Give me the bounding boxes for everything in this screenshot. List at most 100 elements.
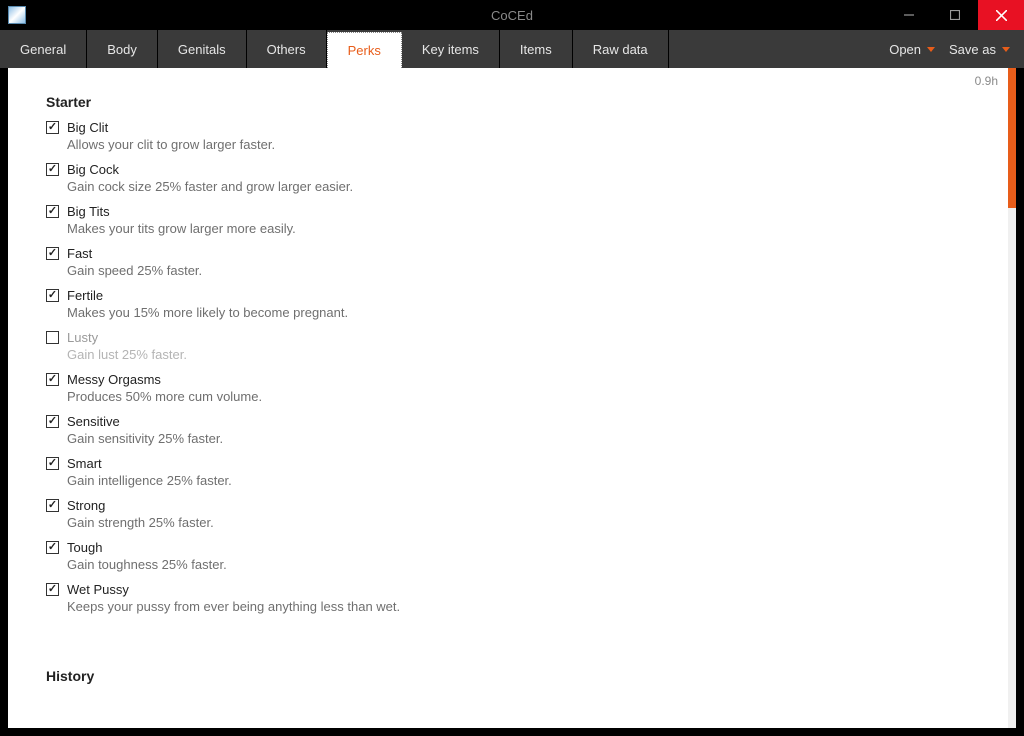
minimize-button[interactable] [886, 0, 932, 30]
perk-label: Lusty [67, 330, 98, 345]
perk-label: Messy Orgasms [67, 372, 161, 387]
tab-label: Key items [422, 42, 479, 57]
tab-label: General [20, 42, 66, 57]
perk-label: Big Tits [67, 204, 110, 219]
perk-label: Smart [67, 456, 102, 471]
perk-label: Fertile [67, 288, 103, 303]
perk-head: Tough [46, 540, 978, 555]
section-title: Starter [46, 94, 978, 110]
perk-list: Big Clit Allows your clit to grow larger … [46, 118, 978, 620]
perk-description: Gain strength 25% faster. [67, 515, 978, 530]
open-menu[interactable]: Open [889, 42, 935, 57]
perk-checkbox[interactable] [46, 583, 59, 596]
open-label: Open [889, 42, 921, 57]
save-as-menu[interactable]: Save as [949, 42, 1010, 57]
perk-item: Fertile Makes you 15% more likely to beco… [46, 286, 978, 326]
time-indicator: 0.9h [975, 74, 998, 88]
tab-label: Genitals [178, 42, 226, 57]
perk-checkbox[interactable] [46, 247, 59, 260]
tab-perks[interactable]: Perks [327, 32, 402, 68]
app-icon [8, 6, 26, 24]
perk-checkbox[interactable] [46, 205, 59, 218]
content-area: 0.9h Starter Big Clit Allows your clit to … [8, 68, 1016, 728]
perk-label: Big Cock [67, 162, 119, 177]
perk-item: Big Cock Gain cock size 25% faster and gr… [46, 160, 978, 200]
app-title: CoCEd [0, 8, 1024, 23]
tabbar-actions: Open Save as [889, 30, 1024, 68]
perk-label: Sensitive [67, 414, 120, 429]
perk-item: Fast Gain speed 25% faster. [46, 244, 978, 284]
tab-label: Perks [348, 43, 381, 58]
tab-label: Body [107, 42, 137, 57]
perk-description: Gain lust 25% faster. [67, 347, 978, 362]
perk-description: Keeps your pussy from ever being anythin… [67, 599, 978, 614]
tab-body[interactable]: Body [87, 30, 158, 68]
perk-item: Strong Gain strength 25% faster. [46, 496, 978, 536]
perk-head: Big Clit [46, 120, 978, 135]
perk-item: Messy Orgasms Produces 50% more cum volum… [46, 370, 978, 410]
perk-description: Makes you 15% more likely to become preg… [67, 305, 978, 320]
perk-head: Sensitive [46, 414, 978, 429]
perk-description: Gain speed 25% faster. [67, 263, 978, 278]
perk-checkbox[interactable] [46, 499, 59, 512]
save-as-label: Save as [949, 42, 996, 57]
perk-checkbox[interactable] [46, 373, 59, 386]
perk-item: Smart Gain intelligence 25% faster. [46, 454, 978, 494]
scrollbar-thumb[interactable] [1008, 68, 1016, 208]
perk-checkbox[interactable] [46, 331, 59, 344]
chevron-down-icon [1002, 47, 1010, 52]
perk-label: Wet Pussy [67, 582, 129, 597]
tabbar: General Body Genitals Others Perks Key items I… [0, 30, 1024, 68]
perk-head: Big Tits [46, 204, 978, 219]
maximize-icon [950, 10, 960, 20]
perk-head: Fertile [46, 288, 978, 303]
perk-head: Strong [46, 498, 978, 513]
perk-description: Gain sensitivity 25% faster. [67, 431, 978, 446]
perk-head: Messy Orgasms [46, 372, 978, 387]
perk-head: Wet Pussy [46, 582, 978, 597]
perk-checkbox[interactable] [46, 541, 59, 554]
tab-general[interactable]: General [0, 30, 87, 68]
perk-description: Gain toughness 25% faster. [67, 557, 978, 572]
tab-key-items[interactable]: Key items [402, 30, 500, 68]
perk-label: Fast [67, 246, 92, 261]
tab-raw-data[interactable]: Raw data [573, 30, 669, 68]
tab-label: Others [267, 42, 306, 57]
tab-label: Raw data [593, 42, 648, 57]
perk-head: Big Cock [46, 162, 978, 177]
perk-head: Fast [46, 246, 978, 261]
perk-description: Gain intelligence 25% faster. [67, 473, 978, 488]
perk-checkbox[interactable] [46, 289, 59, 302]
perk-item: Wet Pussy Keeps your pussy from ever bein… [46, 580, 978, 620]
tab-items[interactable]: Items [500, 30, 573, 68]
perk-checkbox[interactable] [46, 457, 59, 470]
tab-others[interactable]: Others [247, 30, 327, 68]
section-title: History [46, 668, 978, 684]
minimize-icon [904, 10, 914, 20]
perk-item: Sensitive Gain sensitivity 25% faster. [46, 412, 978, 452]
perks-panel: Starter Big Clit Allows your clit to grow … [8, 68, 1016, 728]
maximize-button[interactable] [932, 0, 978, 30]
perk-checkbox[interactable] [46, 415, 59, 428]
perk-description: Allows your clit to grow larger faster. [67, 137, 978, 152]
perk-checkbox[interactable] [46, 121, 59, 134]
perk-label: Tough [67, 540, 102, 555]
perk-item: Big Clit Allows your clit to grow larger … [46, 118, 978, 158]
app-window: CoCEd General Body Genitals Others Perks Key … [0, 0, 1024, 736]
perk-head: Lusty [46, 330, 978, 345]
window-controls [886, 0, 1024, 30]
close-button[interactable] [978, 0, 1024, 30]
perk-description: Produces 50% more cum volume. [67, 389, 978, 404]
perk-item: Lusty Gain lust 25% faster. [46, 328, 978, 368]
perk-item: Tough Gain toughness 25% faster. [46, 538, 978, 578]
tab-genitals[interactable]: Genitals [158, 30, 247, 68]
titlebar: CoCEd [0, 0, 1024, 30]
perk-description: Makes your tits grow larger more easily. [67, 221, 978, 236]
perk-label: Big Clit [67, 120, 108, 135]
perk-description: Gain cock size 25% faster and grow large… [67, 179, 978, 194]
perk-label: Strong [67, 498, 105, 513]
perk-checkbox[interactable] [46, 163, 59, 176]
perk-item: Big Tits Makes your tits grow larger more… [46, 202, 978, 242]
scrollbar-track[interactable] [1008, 68, 1016, 728]
close-icon [996, 10, 1007, 21]
